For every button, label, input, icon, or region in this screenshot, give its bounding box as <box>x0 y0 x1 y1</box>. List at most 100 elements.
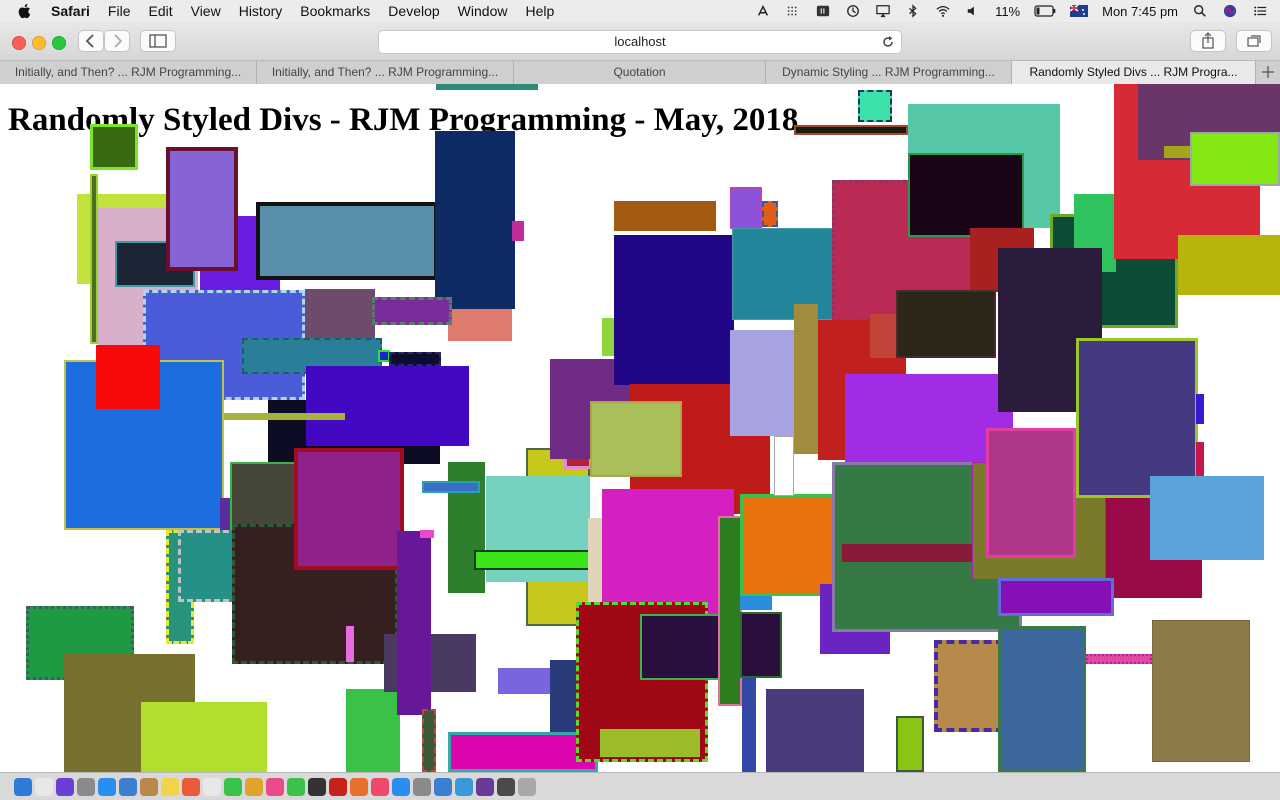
battery-icon[interactable] <box>1034 4 1056 18</box>
styled-div <box>397 531 431 715</box>
styled-div <box>614 235 734 385</box>
dock-launchpad-icon[interactable] <box>77 777 95 796</box>
window-minimize-button[interactable] <box>32 36 46 50</box>
clock[interactable]: Mon 7:45 pm <box>1102 4 1178 19</box>
styled-div <box>178 530 238 602</box>
styled-div <box>436 84 538 90</box>
tab-randomly-styled-divs[interactable]: Randomly Styled Divs ... RJM Progra... <box>1012 61 1256 84</box>
dock-app-store-icon[interactable] <box>392 777 410 796</box>
dock-safari-icon[interactable] <box>98 777 116 796</box>
styled-div <box>306 366 469 446</box>
menu-develop[interactable]: Develop <box>379 3 448 19</box>
dock-system-preferences-icon[interactable] <box>413 777 431 796</box>
dock-facetime-icon[interactable] <box>287 777 305 796</box>
menu-edit[interactable]: Edit <box>139 3 181 19</box>
dock-preview-icon[interactable] <box>455 777 473 796</box>
styled-div <box>435 131 515 309</box>
dock-calendar-icon[interactable] <box>182 777 200 796</box>
dock-activity-monitor-icon[interactable] <box>497 777 515 796</box>
dock-messages-icon[interactable] <box>224 777 242 796</box>
apple-icon[interactable] <box>16 3 34 19</box>
dots-grid-icon[interactable] <box>785 4 801 18</box>
styled-div <box>602 318 614 356</box>
siri-icon[interactable] <box>1222 4 1238 18</box>
dock-reminders-icon[interactable] <box>203 777 221 796</box>
tab-overview-button[interactable] <box>1236 30 1272 52</box>
styled-div <box>794 125 908 135</box>
dashboard-icon[interactable] <box>815 4 831 18</box>
styled-div <box>1076 338 1198 498</box>
styled-div <box>166 147 238 271</box>
dock-github-desktop-icon[interactable] <box>476 777 494 796</box>
flag-australia-icon[interactable] <box>1070 5 1089 17</box>
back-button[interactable] <box>78 30 104 52</box>
dock-notes-icon[interactable] <box>161 777 179 796</box>
styled-div <box>422 481 480 493</box>
dock-contacts-icon[interactable] <box>140 777 158 796</box>
styled-div <box>896 716 924 772</box>
styled-div <box>1150 476 1264 560</box>
dock-photos-icon[interactable] <box>266 777 284 796</box>
menu-bookmarks[interactable]: Bookmarks <box>291 3 379 19</box>
sidebar-button[interactable] <box>140 30 176 52</box>
dock-filezilla-icon[interactable] <box>329 777 347 796</box>
tab-initially-1[interactable]: Initially, and Then? ... RJM Programming… <box>0 61 257 84</box>
menu-view[interactable]: View <box>182 3 230 19</box>
tab-initially-2[interactable]: Initially, and Then? ... RJM Programming… <box>257 61 514 84</box>
dock-music-icon[interactable] <box>371 777 389 796</box>
styled-div <box>90 124 138 170</box>
volume-icon[interactable] <box>965 4 981 18</box>
plus-icon <box>1262 66 1274 78</box>
menu-file[interactable]: File <box>99 3 140 19</box>
window-close-button[interactable] <box>12 36 26 50</box>
menu-history[interactable]: History <box>230 3 292 19</box>
flux-icon[interactable] <box>755 4 771 18</box>
styled-div <box>600 729 700 757</box>
wifi-icon[interactable] <box>935 4 951 18</box>
tab-dynamic-styling[interactable]: Dynamic Styling ... RJM Programming... <box>766 61 1012 84</box>
new-tab-button[interactable] <box>1256 61 1280 84</box>
menu-window[interactable]: Window <box>449 3 517 19</box>
dock-xcode-icon[interactable] <box>434 777 452 796</box>
sidebar-icon <box>149 34 167 48</box>
time-machine-icon[interactable] <box>845 4 861 18</box>
dock-trash-icon[interactable] <box>518 777 536 796</box>
menu-app-name[interactable]: Safari <box>42 3 99 19</box>
tabs-icon <box>1247 35 1261 47</box>
dock-finder-icon[interactable] <box>14 777 32 796</box>
forward-button[interactable] <box>104 30 130 52</box>
reload-icon[interactable] <box>881 35 895 49</box>
styled-div <box>858 90 892 122</box>
styled-div <box>305 289 375 345</box>
menu-help[interactable]: Help <box>516 3 563 19</box>
menu-bar: Safari File Edit View History Bookmarks … <box>0 0 1280 23</box>
dock-document-icon[interactable] <box>35 777 53 796</box>
browser-toolbar: localhost <box>0 22 1280 61</box>
styled-div <box>998 626 1086 772</box>
web-content: Randomly Styled Divs - RJM Programming -… <box>0 84 1280 772</box>
spotlight-search-icon[interactable] <box>1192 4 1208 18</box>
dock-terminal-icon[interactable] <box>308 777 326 796</box>
styled-div <box>256 202 438 280</box>
styled-div <box>1196 394 1204 424</box>
airplay-icon[interactable] <box>875 4 891 18</box>
dock-mail-icon[interactable] <box>119 777 137 796</box>
styled-div <box>422 709 436 772</box>
dock-firefox-icon[interactable] <box>350 777 368 796</box>
styled-div <box>1152 620 1250 762</box>
share-button[interactable] <box>1190 30 1226 52</box>
address-bar[interactable]: localhost <box>378 30 902 54</box>
bluetooth-icon[interactable] <box>905 4 921 18</box>
styled-div <box>205 413 345 420</box>
window-zoom-button[interactable] <box>52 36 66 50</box>
styled-div <box>448 309 512 341</box>
styled-div <box>718 516 742 706</box>
chevron-left-icon <box>85 34 94 48</box>
dock-siri-icon[interactable] <box>56 777 74 796</box>
dock-chrome-icon[interactable] <box>245 777 263 796</box>
styled-div <box>614 201 716 231</box>
tab-quotation[interactable]: Quotation <box>514 61 766 84</box>
chevron-right-icon <box>114 34 123 48</box>
notification-center-icon[interactable] <box>1252 4 1268 18</box>
styled-div <box>602 489 734 617</box>
